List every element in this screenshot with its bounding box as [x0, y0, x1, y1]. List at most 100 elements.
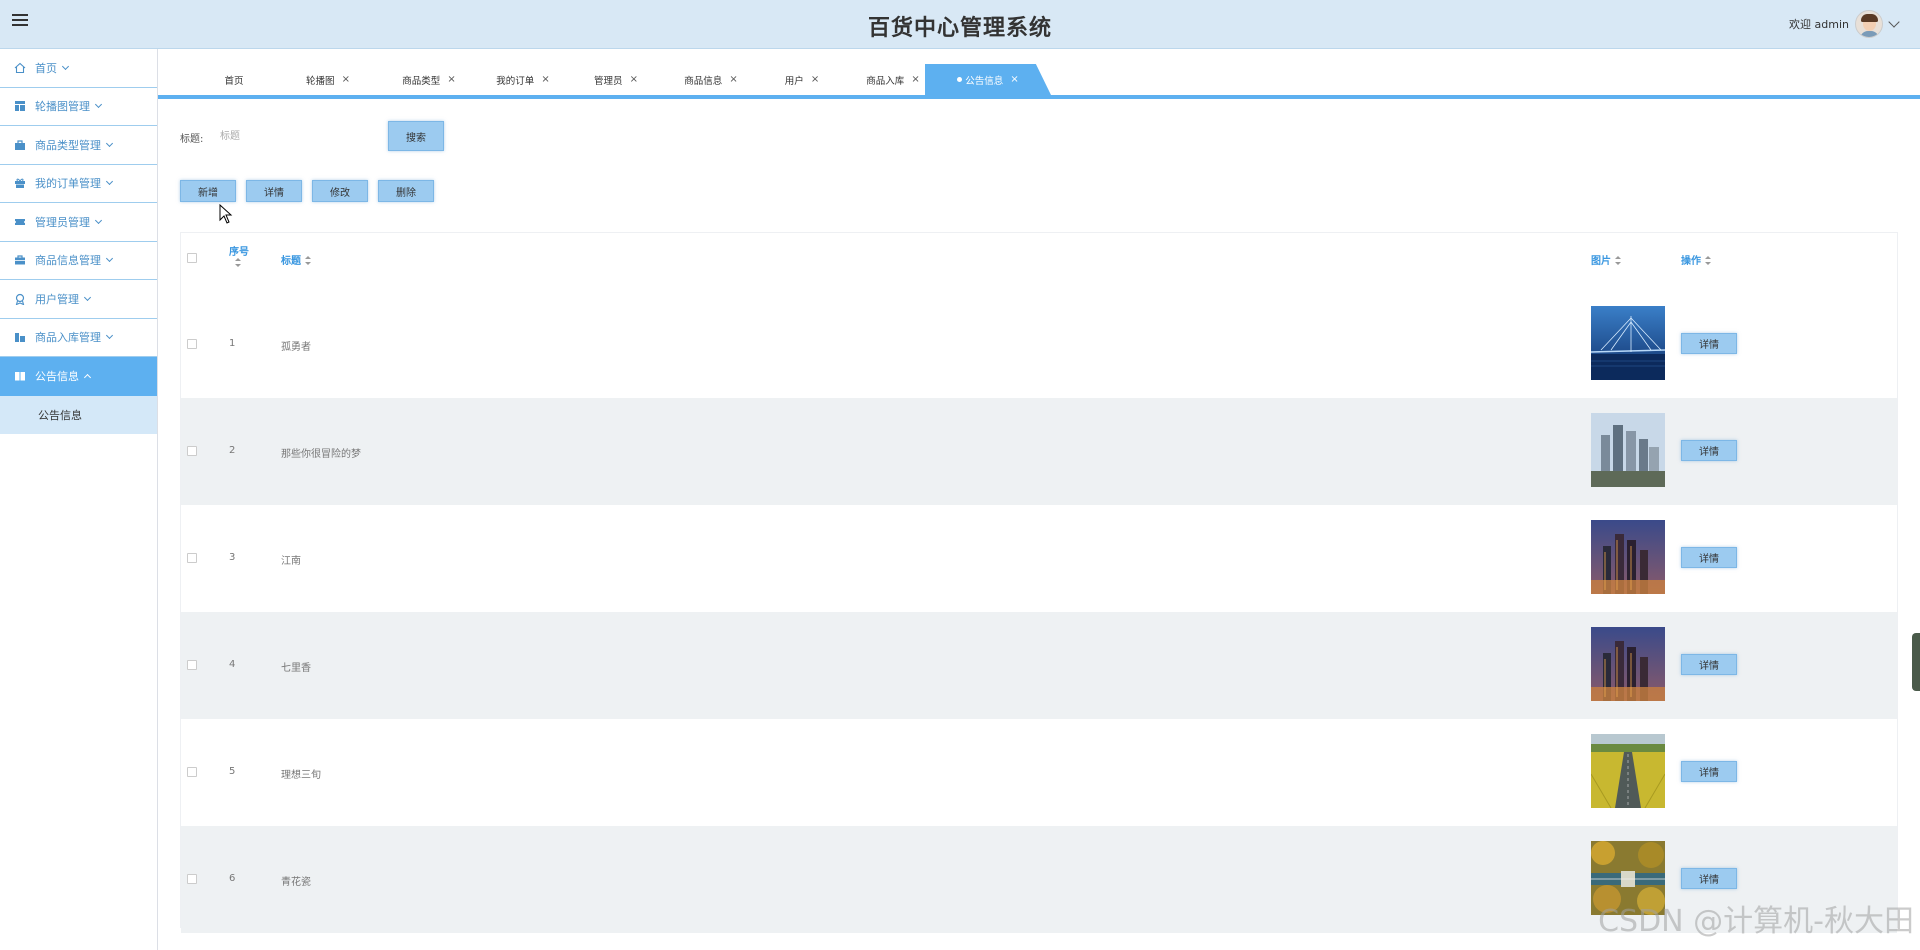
- search-button[interactable]: 搜索: [388, 121, 444, 151]
- tab-label: 我的订单: [496, 75, 535, 87]
- table-row[interactable]: 5 理想三旬 详情: [181, 719, 1897, 826]
- sidebar-item-product-type[interactable]: 商品类型管理: [0, 126, 157, 165]
- search-input[interactable]: [220, 124, 380, 148]
- close-icon[interactable]: ×: [729, 74, 737, 85]
- close-icon[interactable]: ×: [911, 74, 919, 85]
- sort-icon[interactable]: [1705, 256, 1711, 265]
- tab-inbound[interactable]: 商品入库 ×: [848, 64, 938, 95]
- table-row[interactable]: 2 那些你很冒险的梦 详情: [181, 398, 1897, 505]
- close-icon[interactable]: ×: [541, 74, 549, 85]
- row-checkbox[interactable]: [187, 446, 197, 456]
- row-thumbnail: [1591, 734, 1665, 808]
- tab-product-type[interactable]: 商品类型 ×: [384, 64, 474, 95]
- sidebar-item-label: 商品入库管理: [35, 331, 101, 345]
- table-header: 序号 标题 图片 操作: [181, 233, 1897, 291]
- tab-label: 商品入库: [866, 75, 905, 87]
- submenu-item-announcements[interactable]: 公告信息: [0, 395, 157, 434]
- close-icon[interactable]: ×: [630, 74, 638, 85]
- watermark-text: CSDN @计算机-秋大田: [1598, 904, 1914, 939]
- chevron-down-icon: [105, 178, 114, 186]
- row-title: 七里香: [281, 663, 311, 674]
- table-row[interactable]: 4 七里香 详情: [181, 612, 1897, 719]
- row-detail-button[interactable]: 详情: [1681, 868, 1737, 889]
- row-title: 理想三旬: [281, 770, 321, 781]
- tab-orders[interactable]: 我的订单 ×: [478, 64, 568, 95]
- tab-product-info[interactable]: 商品信息 ×: [666, 64, 756, 95]
- row-thumbnail: [1591, 306, 1665, 380]
- close-icon[interactable]: ×: [447, 74, 455, 85]
- close-icon[interactable]: ×: [342, 74, 350, 85]
- sidebar-item-announcements[interactable]: 公告信息: [0, 357, 157, 396]
- chevron-down-icon: [94, 101, 103, 109]
- sidebar-item-orders[interactable]: 我的订单管理: [0, 165, 157, 203]
- row-title: 青花瓷: [281, 877, 311, 888]
- delete-button[interactable]: 删除: [378, 180, 434, 202]
- row-thumbnail: [1591, 520, 1665, 594]
- sidebar-item-label: 首页: [35, 61, 57, 75]
- user-menu[interactable]: 欢迎 admin: [1789, 8, 1900, 40]
- tab-admins[interactable]: 管理员 ×: [576, 64, 656, 95]
- tab-announcements[interactable]: 公告信息 ×: [925, 64, 1051, 95]
- row-index: 3: [229, 552, 236, 563]
- select-all-checkbox[interactable]: [187, 253, 197, 263]
- active-dot-icon: [957, 77, 963, 82]
- table-row[interactable]: 1 孤勇者 详情: [181, 291, 1897, 398]
- table-row[interactable]: 3 江南 详情: [181, 505, 1897, 612]
- row-detail-button[interactable]: 详情: [1681, 333, 1737, 354]
- sidebar-item-label: 公告信息: [35, 369, 79, 383]
- sort-icon[interactable]: [1615, 256, 1621, 265]
- book-icon: [15, 371, 25, 381]
- tab-label: 公告信息: [965, 75, 1004, 87]
- sort-icon[interactable]: [305, 256, 311, 265]
- chevron-down-icon: [83, 293, 92, 301]
- row-checkbox[interactable]: [187, 874, 197, 884]
- sidebar-item-label: 商品类型管理: [35, 138, 101, 152]
- tab-home[interactable]: 首页: [198, 64, 270, 95]
- row-index: 5: [229, 766, 236, 777]
- tab-bar: 首页 轮播图 × 商品类型 × 我的订单 × 管理员 × 商品信息 × 用户 × 商品入库 ×…: [158, 49, 1920, 99]
- avatar[interactable]: [1855, 10, 1883, 38]
- sidebar-item-product-info[interactable]: 商品信息管理: [0, 242, 157, 280]
- row-title: 江南: [281, 556, 301, 567]
- row-detail-button[interactable]: 详情: [1681, 547, 1737, 568]
- row-index: 2: [229, 445, 236, 456]
- search-label: 标题:: [180, 134, 204, 145]
- sort-icon[interactable]: [235, 258, 241, 267]
- sidebar-item-home[interactable]: 首页: [0, 49, 157, 88]
- row-detail-button[interactable]: 详情: [1681, 654, 1737, 675]
- tab-label: 首页: [224, 75, 244, 87]
- row-checkbox[interactable]: [187, 339, 197, 349]
- row-detail-button[interactable]: 详情: [1681, 761, 1737, 782]
- detail-button[interactable]: 详情: [246, 180, 302, 202]
- row-index: 6: [229, 873, 236, 884]
- column-header-index[interactable]: 序号: [229, 243, 249, 269]
- building-icon: [15, 333, 25, 343]
- chevron-down-icon: [94, 216, 103, 224]
- row-checkbox[interactable]: [187, 660, 197, 670]
- row-checkbox[interactable]: [187, 767, 197, 777]
- chevron-down-icon[interactable]: [1888, 16, 1900, 28]
- sidebar-item-label: 管理员管理: [35, 215, 90, 229]
- sidebar-item-admins[interactable]: 管理员管理: [0, 203, 157, 242]
- layout-icon: [15, 101, 25, 112]
- column-header-image[interactable]: 图片: [1591, 252, 1621, 267]
- top-header: 百货中心管理系统 欢迎 admin: [0, 0, 1920, 49]
- row-detail-button[interactable]: 详情: [1681, 440, 1737, 461]
- column-label: 操作: [1681, 256, 1701, 267]
- sidebar-item-carousel[interactable]: 轮播图管理: [0, 88, 157, 126]
- award-icon: [15, 293, 25, 305]
- side-scroll-handle[interactable]: [1912, 633, 1920, 691]
- close-icon[interactable]: ×: [811, 74, 819, 85]
- tab-carousel[interactable]: 轮播图 ×: [288, 64, 368, 95]
- column-header-operation[interactable]: 操作: [1681, 252, 1711, 267]
- column-header-title[interactable]: 标题: [281, 252, 311, 267]
- sidebar-item-inbound[interactable]: 商品入库管理: [0, 319, 157, 357]
- close-icon[interactable]: ×: [1010, 74, 1018, 85]
- sidebar-item-users[interactable]: 用户管理: [0, 280, 157, 319]
- row-checkbox[interactable]: [187, 553, 197, 563]
- briefcase-icon: [15, 255, 25, 265]
- edit-button[interactable]: 修改: [312, 180, 368, 202]
- chevron-down-icon: [61, 62, 70, 70]
- tab-users[interactable]: 用户 ×: [764, 64, 840, 95]
- add-button[interactable]: 新增: [180, 180, 236, 202]
